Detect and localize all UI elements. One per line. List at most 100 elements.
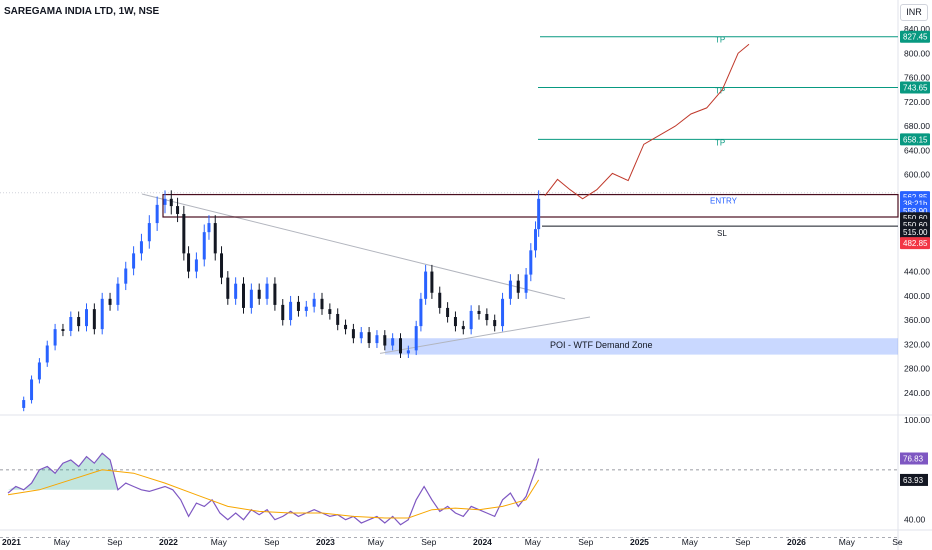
candle-body <box>163 198 167 205</box>
candle-body <box>176 206 180 214</box>
candle-body <box>537 198 541 230</box>
candle-body <box>53 329 57 346</box>
candle-body <box>529 250 533 275</box>
candle-body <box>147 223 151 242</box>
candle-body <box>414 326 418 351</box>
currency-button[interactable]: INR <box>900 4 928 21</box>
time-tick-label-13: May <box>682 537 699 547</box>
price-tick-label-0: 240.00 <box>904 388 930 398</box>
entry-label: ENTRY <box>710 196 738 205</box>
candle-body <box>375 335 379 344</box>
price-tick-label-3: 360.00 <box>904 315 930 325</box>
candle-body <box>108 298 112 305</box>
candle-body <box>430 271 434 293</box>
sl-label: SL <box>717 229 727 238</box>
price-tick-label-10: 760.00 <box>904 73 930 83</box>
candle-body <box>169 198 173 207</box>
candle-body <box>438 292 442 308</box>
rsi-overbought-fill <box>8 453 118 490</box>
price-tick-label-7: 640.00 <box>904 145 930 155</box>
candle-body <box>461 326 465 330</box>
time-tick-label-7: May <box>368 537 385 547</box>
candle-body <box>351 329 355 339</box>
candle-body <box>22 400 26 408</box>
candle-body <box>281 304 285 321</box>
time-tick-label-11: Sep <box>578 537 593 547</box>
candle-body <box>336 313 340 325</box>
candle-body <box>344 324 348 330</box>
candle-body <box>485 313 489 321</box>
candle-body <box>501 298 505 327</box>
price-badge-label-8: 515.00 <box>903 228 928 237</box>
candle-body <box>92 309 96 330</box>
candle-body <box>234 283 238 299</box>
candle-body <box>289 301 293 321</box>
price-badge-label-0: 827.45 <box>903 33 928 42</box>
candle-body <box>320 298 324 310</box>
candle-body <box>139 241 143 254</box>
demand-zone-label: POI - WTF Demand Zone <box>550 340 653 350</box>
candle-body <box>424 271 428 299</box>
time-tick-label-8: Sep <box>421 537 436 547</box>
price-tick-label-4: 400.00 <box>904 291 930 301</box>
candle-body <box>100 298 104 330</box>
candle-body <box>37 362 41 380</box>
price-tick-label-8: 680.00 <box>904 121 930 131</box>
time-tick-label-2: Sep <box>107 537 122 547</box>
time-tick-label-14: Sep <box>735 537 750 547</box>
tp-label-1: TP <box>715 86 725 95</box>
candle-body <box>419 298 423 327</box>
chart-title: SAREGAMA INDIA LTD, 1W, NSE <box>4 6 160 17</box>
candle-body <box>516 280 520 293</box>
candle-body <box>534 229 538 251</box>
candle-body <box>312 298 316 307</box>
candle-body <box>45 345 49 363</box>
chart-canvas[interactable]: 240.00 280.00 320.00 360.00 400.00 440.00 600.… <box>0 0 932 550</box>
candle-body <box>116 283 120 305</box>
rsi-tick-label-1: 100.00 <box>904 415 930 425</box>
candle-body <box>399 338 402 354</box>
candle-body <box>124 268 128 284</box>
candle-body <box>391 338 395 346</box>
candle-body <box>477 310 481 314</box>
candle-body <box>61 329 65 331</box>
price-badge-label-1: 743.65 <box>903 83 928 92</box>
candle-body <box>304 306 308 311</box>
price-tick-label-11: 800.00 <box>904 48 930 58</box>
time-tick-label-1: May <box>54 537 71 547</box>
price-tick-label-1: 280.00 <box>904 364 930 374</box>
projection-path <box>544 43 750 200</box>
candle-body <box>182 213 186 254</box>
tp-label-2: TP <box>715 138 725 147</box>
candle-body <box>132 253 136 269</box>
candle-body <box>367 332 371 344</box>
candle-body <box>226 277 230 299</box>
candle-body <box>469 310 473 330</box>
price-badge-label-9: 482.85 <box>903 239 928 248</box>
time-tick-label-6: 2023 <box>316 537 335 547</box>
price-tick-label-6: 600.00 <box>904 170 930 180</box>
candle-body <box>220 253 224 278</box>
time-tick-label-10: May <box>525 537 542 547</box>
resistance-box <box>162 193 899 218</box>
time-tick-label-5: Sep <box>264 537 279 547</box>
rsi-value-label: 76.83 <box>903 454 924 463</box>
candle-body <box>155 204 159 224</box>
price-tick-label-5: 440.00 <box>904 267 930 277</box>
candle-body <box>249 289 253 308</box>
time-tick-label-4: May <box>211 537 228 547</box>
rsi-ma-label: 63.93 <box>903 476 924 485</box>
candle-body <box>406 350 410 354</box>
time-tick-label-15: 2026 <box>787 537 806 547</box>
candle-body <box>383 335 387 346</box>
candle-body <box>524 274 528 293</box>
candle-body <box>257 289 261 299</box>
candle-body <box>85 309 88 327</box>
time-tick-label-17: Se <box>892 537 903 547</box>
time-tick-label-12: 2025 <box>630 537 649 547</box>
rsi-tick-label-0: 40.00 <box>904 515 926 525</box>
candle-body <box>30 379 34 401</box>
candle-body <box>453 317 457 327</box>
candle-body <box>265 283 269 299</box>
candle-body <box>69 317 73 331</box>
